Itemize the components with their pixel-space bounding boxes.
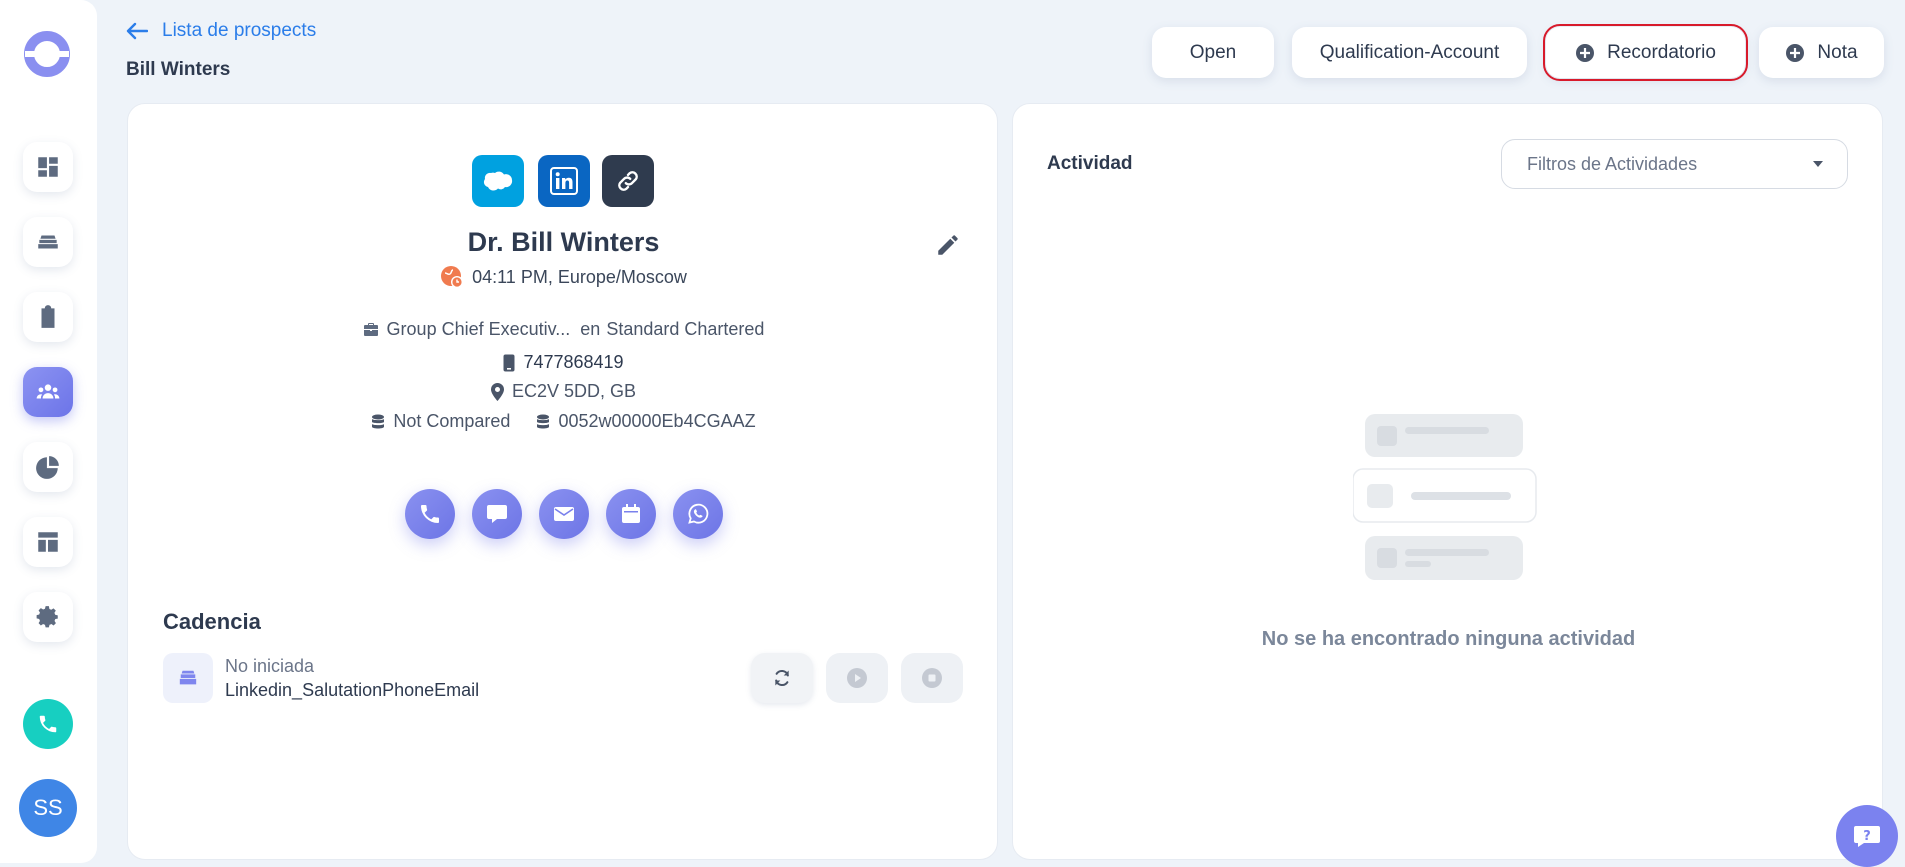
cadence-icon bbox=[163, 653, 213, 703]
tasks-icon bbox=[41, 305, 55, 328]
phone-icon bbox=[420, 505, 439, 523]
call-button[interactable] bbox=[404, 489, 455, 539]
arrow-left-icon bbox=[126, 22, 148, 40]
job-row: Group Chief Executiv... en Standard Char… bbox=[128, 319, 999, 340]
settings-icon bbox=[36, 606, 58, 628]
email-button[interactable] bbox=[538, 489, 589, 539]
status-open-button[interactable]: Open bbox=[1152, 27, 1274, 78]
activity-title: Actividad bbox=[1047, 153, 1133, 174]
add-reminder-button[interactable]: Recordatorio bbox=[1543, 24, 1748, 81]
app-logo[interactable] bbox=[23, 30, 71, 78]
help-chat-icon: ? bbox=[1854, 826, 1880, 847]
svg-text:?: ? bbox=[1863, 829, 1871, 844]
play-icon bbox=[847, 668, 867, 688]
company-name: Standard Chartered bbox=[606, 319, 765, 339]
map-pin-icon bbox=[490, 382, 504, 401]
company-prefix: en bbox=[580, 319, 601, 339]
reports-icon bbox=[36, 456, 59, 479]
prospect-name: Dr. Bill Winters bbox=[467, 227, 660, 257]
templates-icon bbox=[38, 532, 58, 552]
external-link[interactable] bbox=[602, 155, 654, 207]
linkedin-icon bbox=[550, 167, 578, 195]
activity-card: Actividad Filtros de Actividades No se h… bbox=[1012, 103, 1883, 860]
reassign-cadence-button[interactable] bbox=[751, 653, 813, 703]
link-icon bbox=[618, 171, 638, 191]
plus-circle-icon bbox=[1576, 43, 1595, 62]
chat-bubble-icon bbox=[486, 505, 507, 523]
plus-circle-icon bbox=[1786, 43, 1805, 62]
edit-prospect-button[interactable] bbox=[935, 232, 961, 263]
activity-filter-label: Filtros de Actividades bbox=[1527, 153, 1698, 174]
sidebar-item-cadences[interactable] bbox=[23, 217, 73, 267]
sidebar-item-dashboard[interactable] bbox=[23, 142, 73, 192]
help-button[interactable]: ? bbox=[1836, 805, 1898, 867]
cadence-section-title: Cadencia bbox=[163, 609, 261, 634]
whatsapp-icon bbox=[687, 503, 708, 524]
sms-button[interactable] bbox=[471, 489, 522, 539]
stage-button[interactable]: Qualification-Account bbox=[1292, 27, 1527, 78]
whatsapp-button[interactable] bbox=[672, 489, 723, 539]
sidebar-item-templates[interactable] bbox=[23, 517, 73, 567]
local-time: 04:11 PM, Europe/Moscow bbox=[472, 266, 687, 287]
meeting-button[interactable] bbox=[605, 489, 656, 539]
dialer-button[interactable] bbox=[23, 699, 73, 749]
salesforce-icon bbox=[483, 171, 513, 191]
sidebar-item-settings[interactable] bbox=[23, 592, 73, 642]
refresh-icon bbox=[775, 669, 789, 687]
sidebar-item-prospects[interactable] bbox=[23, 367, 73, 417]
cadence-status: No iniciada bbox=[225, 656, 315, 676]
prospects-icon bbox=[36, 384, 60, 399]
back-to-prospects-link[interactable]: Lista de prospects bbox=[126, 20, 316, 42]
database-icon bbox=[536, 414, 550, 430]
add-note-button[interactable]: Nota bbox=[1759, 27, 1884, 78]
back-link-label: Lista de prospects bbox=[162, 20, 317, 41]
pencil-icon bbox=[938, 235, 958, 255]
stop-icon bbox=[922, 668, 942, 688]
crm-row: Not Compared 0052w00000Eb4CGAAZ bbox=[128, 411, 999, 432]
sidebar-item-reports[interactable] bbox=[23, 442, 73, 492]
page-title: Bill Winters bbox=[126, 59, 231, 80]
briefcase-icon bbox=[363, 322, 379, 337]
dashboard-icon bbox=[38, 157, 58, 177]
note-label: Nota bbox=[1817, 41, 1858, 63]
stop-cadence-button[interactable] bbox=[901, 653, 963, 703]
crm-id: 0052w00000Eb4CGAAZ bbox=[558, 411, 756, 431]
phone-icon bbox=[39, 715, 57, 733]
phone-number[interactable]: 7477868419 bbox=[523, 352, 623, 373]
empty-activity-message: No se ha encontrado ninguna actividad bbox=[1261, 628, 1636, 650]
mobile-phone-icon bbox=[503, 354, 515, 372]
start-cadence-button[interactable] bbox=[826, 653, 888, 703]
sidebar: SS bbox=[0, 0, 97, 863]
user-avatar[interactable]: SS bbox=[19, 779, 77, 837]
salesforce-link[interactable] bbox=[472, 155, 524, 207]
prospect-card: Dr. Bill Winters 04:11 PM, Europe/Moscow… bbox=[127, 103, 998, 860]
linkedin-link[interactable] bbox=[538, 155, 590, 207]
sidebar-item-tasks[interactable] bbox=[23, 292, 73, 342]
timezone-clock-icon bbox=[441, 266, 464, 288]
location: EC2V 5DD, GB bbox=[511, 381, 637, 401]
local-time-row: 04:11 PM, Europe/Moscow bbox=[128, 265, 999, 289]
location-row: EC2V 5DD, GB bbox=[128, 381, 999, 402]
phone-row: 7477868419 bbox=[128, 352, 999, 373]
status-open-label: Open bbox=[1189, 41, 1237, 63]
database-icon bbox=[371, 414, 385, 430]
activity-filter-select[interactable]: Filtros de Actividades bbox=[1501, 139, 1848, 189]
job-title: Group Chief Executiv... bbox=[386, 319, 571, 339]
contact-actions bbox=[128, 489, 999, 539]
caret-down-icon bbox=[1813, 161, 1823, 167]
reminder-label: Recordatorio bbox=[1607, 41, 1716, 63]
empty-activity-illustration bbox=[1353, 414, 1537, 580]
envelope-icon bbox=[553, 507, 574, 521]
cadence-name[interactable]: Linkedin_SalutationPhoneEmail bbox=[225, 680, 479, 701]
calendar-icon bbox=[621, 504, 640, 523]
crm-status: Not Compared bbox=[393, 411, 511, 431]
stage-label: Qualification-Account bbox=[1319, 41, 1500, 63]
cadences-icon bbox=[38, 235, 58, 249]
